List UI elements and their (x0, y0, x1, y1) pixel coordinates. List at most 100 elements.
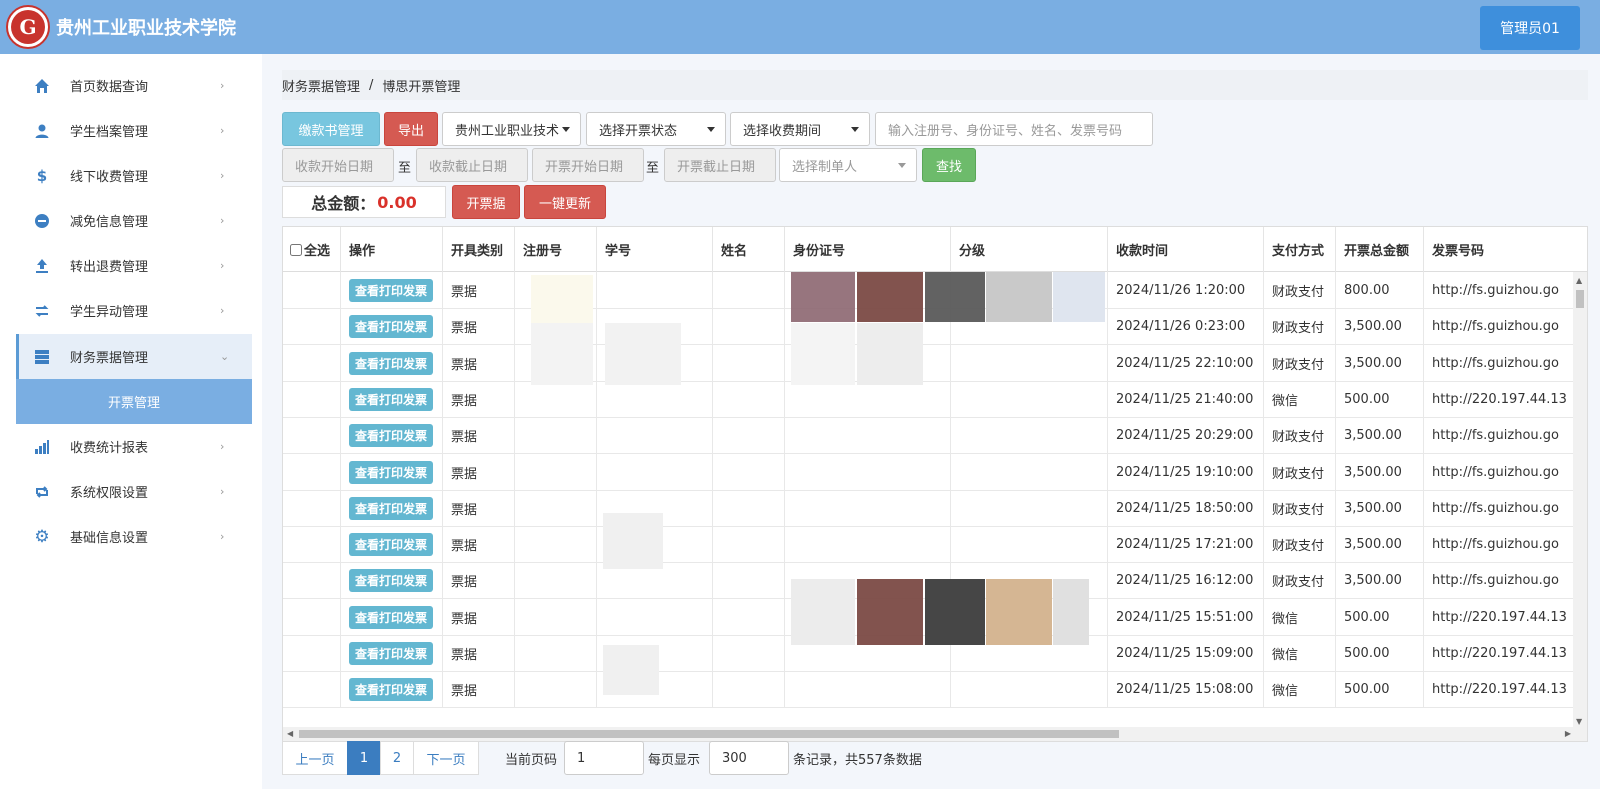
view-print-invoice-button[interactable]: 查看打印发票 (349, 460, 434, 484)
payment-method-cell: 财政支付 (1264, 526, 1336, 564)
school-select[interactable]: 贵州工业职业技术 (442, 112, 581, 146)
student-no-cell (597, 598, 713, 636)
sidebar-item-permissions[interactable]: 系统权限设置 › (16, 469, 252, 514)
prev-page-button[interactable]: 上一页 (282, 741, 348, 775)
view-print-invoice-button[interactable]: 查看打印发票 (349, 424, 434, 448)
view-print-invoice-button[interactable]: 查看打印发票 (349, 605, 434, 629)
chevron-right-icon: › (220, 214, 225, 227)
sidebar-item-fee-stats[interactable]: 收费统计报表 › (16, 424, 252, 469)
select-all-header[interactable]: 全选 (283, 227, 341, 272)
search-input[interactable]: 输入注册号、身份证号、姓名、发票号码 (875, 112, 1153, 146)
invoice-no-cell: http://fs.guizhou.go (1432, 537, 1560, 553)
server-icon (34, 349, 50, 365)
sidebar-item-student-records[interactable]: 学生档案管理 › (16, 108, 252, 153)
sidebar-item-basic-settings[interactable]: ⚙ 基础信息设置 › (16, 514, 252, 559)
view-print-invoice-button[interactable]: 查看打印发票 (349, 496, 434, 520)
action-cell: 查看打印发票 (341, 598, 443, 636)
sidebar-item-waiver[interactable]: 减免信息管理 › (16, 198, 252, 243)
next-page-button[interactable]: 下一页 (413, 741, 479, 775)
view-print-invoice-button[interactable]: 查看打印发票 (349, 642, 434, 665)
redaction-block (986, 579, 1052, 645)
record-summary: 条记录，共557条数据 (793, 752, 922, 768)
scroll-down-icon[interactable]: ▼ (1576, 717, 1582, 726)
sidebar-item-label: 系统权限设置 (70, 486, 149, 501)
caret-down-icon (562, 127, 570, 132)
redaction-block (925, 272, 985, 322)
select-cell (283, 526, 341, 564)
table-row: 查看打印发票 票据 2024/11/25 21:40:00 微信 500.00 http:… (283, 380, 1587, 418)
amount-cell: 3,500.00 (1336, 417, 1424, 455)
per-page-input[interactable]: 300 (709, 741, 789, 775)
current-page-input[interactable]: 1 (564, 741, 644, 775)
select-cell (283, 562, 341, 600)
view-print-invoice-button[interactable]: 查看打印发票 (349, 351, 434, 375)
view-print-invoice-button[interactable]: 查看打印发票 (349, 569, 434, 593)
fee-period-select[interactable]: 选择收费期间 (730, 112, 870, 146)
amount-cell: 800.00 (1336, 272, 1424, 309)
type-cell: 票据 (443, 272, 515, 309)
name-cell (713, 671, 785, 709)
view-print-invoice-button[interactable]: 查看打印发票 (349, 678, 434, 702)
vertical-scrollbar[interactable]: ▲ ▼ (1573, 272, 1587, 728)
reg-no-cell (515, 417, 597, 455)
view-print-invoice-button[interactable]: 查看打印发票 (349, 387, 434, 411)
payment-time-cell: 2024/11/26 0:23:00 (1108, 308, 1264, 346)
id-card-cell (785, 671, 951, 709)
sidebar-item-finance-invoice[interactable]: 财务票据管理 ⌄ (16, 334, 252, 379)
sidebar-subitem-invoice-management[interactable]: 开票管理 (16, 379, 252, 424)
payment-method-cell: 财政支付 (1264, 272, 1336, 309)
scrollbar-thumb[interactable] (299, 730, 1119, 738)
payment-time-cell: 2024/11/25 16:12:00 (1108, 562, 1264, 600)
page-button-1[interactable]: 1 (347, 741, 381, 775)
invoice-no-cell: http://fs.guizhou.go (1432, 355, 1560, 371)
payment-time-cell: 2024/11/25 17:21:00 (1108, 526, 1264, 564)
school-logo: G (6, 5, 50, 49)
invoice-maker-select[interactable]: 选择制单人 (779, 148, 917, 182)
payment-method-cell: 微信 (1264, 635, 1336, 672)
id-card-cell (785, 453, 951, 491)
scroll-up-icon[interactable]: ▲ (1576, 276, 1582, 285)
chevron-right-icon: › (220, 169, 225, 182)
sidebar-item-offline-fee[interactable]: $ 线下收费管理 › (16, 153, 252, 198)
payment-book-button[interactable]: 缴款书管理 (282, 112, 380, 146)
retweet-icon (34, 484, 50, 500)
export-button[interactable]: 导出 (384, 112, 438, 146)
search-button[interactable]: 查找 (922, 148, 976, 182)
page-button-2[interactable]: 2 (380, 741, 414, 775)
select-all-checkbox[interactable] (290, 243, 302, 256)
level-cell (951, 380, 1108, 418)
student-no-cell (597, 453, 713, 491)
amount-cell: 500.00 (1336, 598, 1424, 636)
action-cell: 查看打印发票 (341, 671, 443, 709)
batch-update-button[interactable]: 一键更新 (524, 185, 606, 219)
sidebar-item-label: 减免信息管理 (70, 215, 149, 230)
admin-user-button[interactable]: 管理员01 (1480, 6, 1580, 50)
horizontal-scrollbar[interactable]: ◀ ▶ (283, 727, 1587, 741)
payment-method-cell: 财政支付 (1264, 562, 1336, 600)
column-header: 身份证号 (785, 227, 951, 272)
action-cell: 查看打印发票 (341, 526, 443, 564)
invoice-no-cell: http://fs.guizhou.go (1432, 500, 1560, 516)
issue-invoice-button[interactable]: 开票据 (452, 185, 520, 219)
view-print-invoice-button[interactable]: 查看打印发票 (349, 533, 434, 557)
redaction-block (531, 275, 593, 323)
scrollbar-thumb[interactable] (1576, 290, 1584, 308)
payment-start-date-input[interactable]: 收款开始日期 (282, 148, 394, 182)
view-print-invoice-button[interactable]: 查看打印发票 (349, 279, 434, 302)
sidebar-item-refund[interactable]: 转出退费管理 › (16, 243, 252, 288)
invoice-start-date-input[interactable]: 开票开始日期 (532, 148, 644, 182)
caret-down-icon (898, 163, 906, 168)
view-print-invoice-button[interactable]: 查看打印发票 (349, 315, 434, 339)
invoice-end-date-input[interactable]: 开票截止日期 (664, 148, 776, 182)
scroll-left-icon[interactable]: ◀ (287, 729, 293, 738)
invoice-status-select[interactable]: 选择开票状态 (586, 112, 726, 146)
scroll-right-icon[interactable]: ▶ (1565, 729, 1571, 738)
sidebar-item-home-query[interactable]: 首页数据查询 › (16, 63, 252, 108)
sidebar-item-student-change[interactable]: 学生异动管理 › (16, 288, 252, 333)
column-header: 注册号 (515, 227, 597, 272)
payment-end-date-input[interactable]: 收款截止日期 (416, 148, 528, 182)
id-card-cell (785, 380, 951, 418)
sidebar-item-label: 学生档案管理 (70, 125, 149, 140)
select-cell (283, 380, 341, 418)
breadcrumb-parent[interactable]: 财务票据管理 (282, 76, 360, 95)
